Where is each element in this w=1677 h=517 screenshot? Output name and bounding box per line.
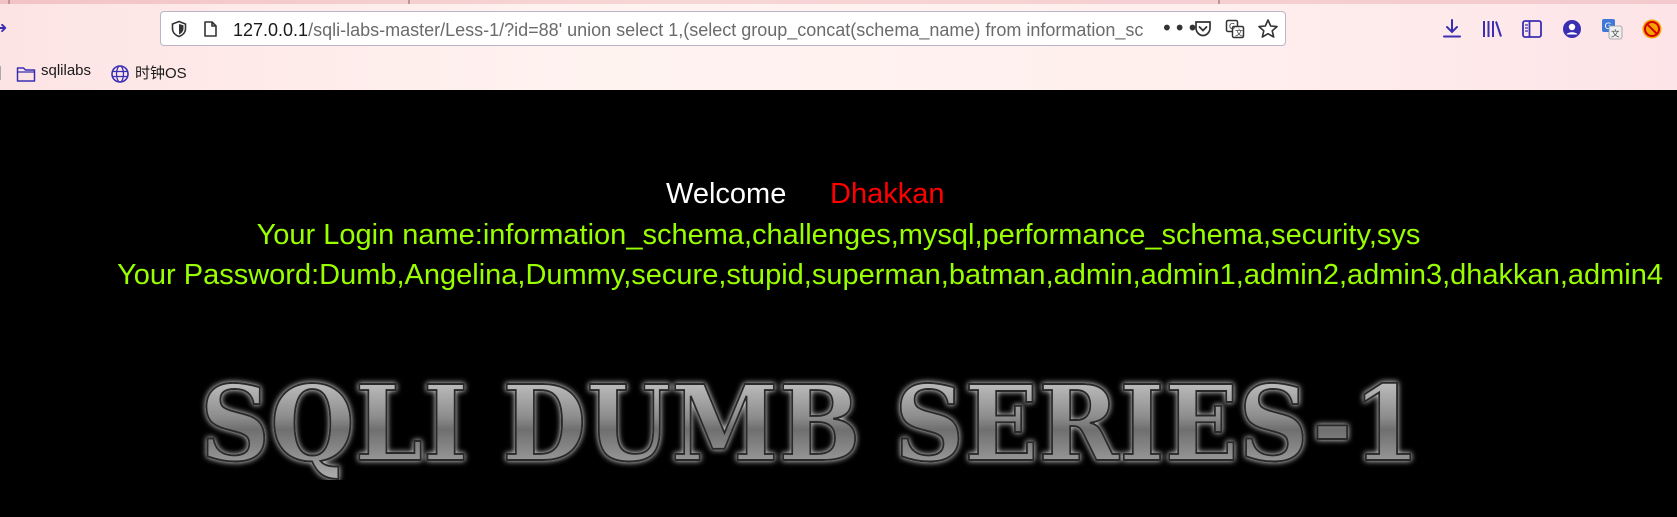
url-bar[interactable]: 127.0.0.1/sqli-labs-master/Less-1/?id=88… (160, 11, 1286, 46)
pocket-icon[interactable] (1193, 19, 1213, 39)
user-name: Dhakkan (830, 178, 945, 210)
folder-icon (16, 67, 36, 82)
back-arrow-icon[interactable]: ➜ (0, 18, 7, 37)
translate-icon[interactable]: G 文 (1225, 19, 1245, 39)
sqli-dumb-series-banner: SQLI DUMB SERIES-1 (199, 361, 1421, 480)
translate-extension-icon[interactable]: G 文 (1601, 18, 1623, 40)
bookmark-partial[interactable] (0, 66, 1, 80)
download-icon[interactable] (1441, 18, 1463, 40)
tab-strip-edge (0, 0, 1677, 4)
url-host: 127.0.0.1 (233, 20, 309, 40)
sidebar-icon[interactable] (1521, 18, 1543, 40)
url-path: /sqli-labs-master/Less-1/?id=88' union s… (308, 20, 1143, 40)
tracking-shield-icon[interactable] (170, 20, 188, 38)
browser-chrome: ➜ 127.0.0.1/sqli-labs-master/Less-1/?id=… (0, 0, 1677, 90)
page-info-icon[interactable] (201, 20, 219, 38)
bookmark-clock-os[interactable]: 时钟OS (135, 62, 187, 83)
account-icon[interactable] (1561, 18, 1583, 40)
bookmark-star-icon[interactable] (1257, 18, 1279, 40)
globe-icon (111, 65, 129, 83)
library-icon[interactable] (1481, 18, 1503, 40)
tab-divider (1218, 0, 1220, 4)
welcome-text: Welcome (666, 178, 787, 210)
login-name-result: Your Login name:information_schema,chall… (256, 219, 1421, 251)
blocker-extension-icon[interactable] (1641, 18, 1663, 40)
banner-title: SQLI DUMB SERIES-1 (200, 362, 1420, 480)
tab-divider (8, 0, 10, 4)
tab-divider (408, 0, 410, 4)
page-content: Welcome Dhakkan Your Login name:informat… (0, 90, 1677, 517)
url-text[interactable]: 127.0.0.1/sqli-labs-master/Less-1/?id=88… (233, 19, 1143, 41)
svg-text:文: 文 (1235, 28, 1243, 38)
bookmark-sqlilabs[interactable]: sqlilabs (41, 62, 91, 79)
password-result: Your Password:Dumb,Angelina,Dummy,secure… (117, 259, 1663, 291)
svg-text:文: 文 (1611, 29, 1620, 40)
